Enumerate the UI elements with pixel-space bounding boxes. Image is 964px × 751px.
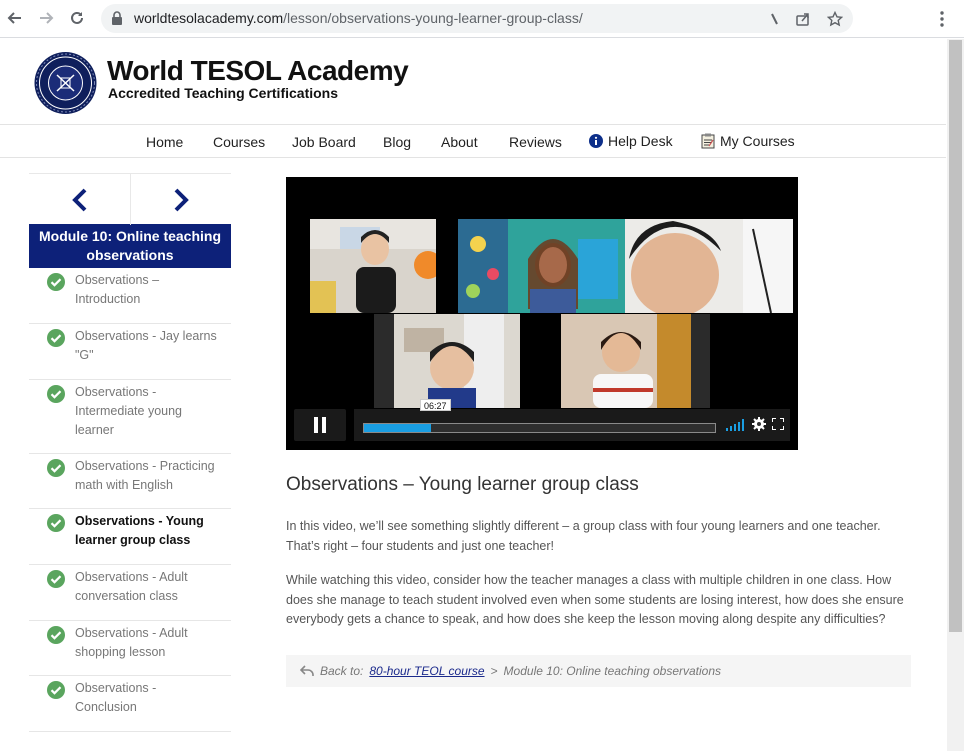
nav-about-label: About <box>441 134 478 150</box>
nav-help-desk[interactable]: Help Desk <box>589 133 673 149</box>
academy-seal-logo[interactable] <box>32 51 99 115</box>
check-circle-icon <box>47 681 65 699</box>
lock-icon <box>112 11 122 25</box>
nav-home-label: Home <box>146 134 184 150</box>
check-circle-icon <box>47 459 65 477</box>
chevron-right-icon <box>174 188 189 211</box>
info-circle-icon <box>589 134 603 148</box>
nav-reviews-label: Reviews <box>509 134 562 150</box>
nav-blog[interactable]: Blog <box>383 134 411 150</box>
nav-job-board[interactable]: Job Board <box>292 134 356 150</box>
next-lesson-button[interactable] <box>130 174 231 225</box>
share-icon[interactable] <box>793 9 813 29</box>
lesson-title: Observations – Young learner group class <box>286 474 639 495</box>
nav-my-courses-label: My Courses <box>720 133 795 149</box>
back-arrow-icon[interactable] <box>4 7 26 29</box>
video-tile-student-3 <box>374 314 520 408</box>
lesson-intro-paragraph: In this video, we’ll see something sligh… <box>286 519 881 553</box>
lesson-label: Observations - Conclusion <box>75 681 157 714</box>
url-text: worldtesolacademy.com/lesson/observation… <box>134 10 583 26</box>
lesson-label: Observations - Adult conversation class <box>75 570 188 603</box>
lesson-item[interactable]: Observations - Jay learns "G" <box>29 324 231 380</box>
main-navigation: Home Courses Job Board Blog About Review… <box>0 126 946 158</box>
browser-menu-icon[interactable] <box>932 8 952 30</box>
key-icon[interactable] <box>765 9 785 29</box>
lesson-label: Observations - Young learner group class <box>75 514 204 547</box>
lesson-item-active[interactable]: Observations - Young learner group class <box>29 509 231 565</box>
back-arrow-icon <box>300 665 314 676</box>
lesson-label: Observations - Adult shopping lesson <box>75 626 188 659</box>
nav-help-desk-label: Help Desk <box>608 133 673 149</box>
lesson-item[interactable]: Observations - Practicing math with Engl… <box>29 454 231 509</box>
breadcrumb-prefix: Back to: <box>320 664 364 678</box>
video-tile-student-2 <box>625 219 793 313</box>
site-header: World TESOL Academy Accredited Teaching … <box>0 39 946 125</box>
time-tooltip: 06:27 <box>420 399 451 411</box>
lesson-item[interactable]: Observations – Introduction <box>29 268 231 324</box>
brand-name[interactable]: World TESOL Academy <box>107 55 409 87</box>
lesson-label: Observations – Introduction <box>75 273 160 306</box>
lesson-label: Observations - Jay learns "G" <box>75 329 217 362</box>
bookmark-star-icon[interactable] <box>825 9 845 29</box>
address-bar[interactable]: worldtesolacademy.com/lesson/observation… <box>101 4 853 33</box>
breadcrumb-module: Module 10: Online teaching observations <box>503 664 722 678</box>
nav-home[interactable]: Home <box>146 134 183 150</box>
pause-button[interactable] <box>294 409 346 441</box>
reload-icon[interactable] <box>66 7 88 29</box>
video-tile-student-4 <box>561 314 710 408</box>
check-circle-icon <box>47 273 65 291</box>
check-circle-icon <box>47 570 65 588</box>
lesson-item[interactable]: Observations - Conclusion <box>29 676 231 732</box>
lesson-label: Observations - Intermediate young learne… <box>75 385 183 437</box>
scrollbar-thumb[interactable] <box>949 40 962 632</box>
nav-reviews[interactable]: Reviews <box>509 134 562 150</box>
pause-icon <box>314 417 326 433</box>
browser-toolbar: worldtesolacademy.com/lesson/observation… <box>0 0 964 38</box>
check-circle-icon <box>47 514 65 532</box>
volume-icon[interactable] <box>726 419 746 431</box>
video-tile-student-1 <box>310 219 436 313</box>
breadcrumb-course-link[interactable]: 80-hour TEOL course <box>369 664 484 678</box>
clipboard-icon <box>701 133 715 149</box>
settings-gear-icon[interactable] <box>752 417 766 431</box>
lesson-label: Observations - Practicing math with Engl… <box>75 459 215 492</box>
nav-blog-label: Blog <box>383 134 412 150</box>
lesson-item[interactable]: Observations - Adult conversation class <box>29 565 231 621</box>
nav-courses[interactable]: Courses <box>213 134 265 150</box>
video-player[interactable]: 06:27 <box>286 177 798 450</box>
lesson-item[interactable]: Observations - Adult shopping lesson <box>29 621 231 676</box>
lesson-item[interactable]: Observations - Intermediate young learne… <box>29 380 231 454</box>
nav-courses-label: Courses <box>213 134 266 150</box>
check-circle-icon <box>47 329 65 347</box>
check-circle-icon <box>47 626 65 644</box>
breadcrumb-separator: > <box>490 664 498 678</box>
lesson-question-paragraph: While watching this video, consider how … <box>286 573 904 626</box>
seek-bar-fill <box>364 424 431 432</box>
nav-about[interactable]: About <box>441 134 478 150</box>
breadcrumb: Back to: 80-hour TEOL course > Module 10… <box>286 655 911 687</box>
fullscreen-icon[interactable] <box>772 418 784 430</box>
nav-job-board-label: Job Board <box>292 134 356 150</box>
brand-tagline: Accredited Teaching Certifications <box>108 85 339 101</box>
module-title: Module 10: Online teaching observations <box>29 224 231 268</box>
lesson-pager <box>29 173 231 225</box>
video-tile-teacher <box>458 219 625 313</box>
check-circle-icon <box>47 385 65 403</box>
forward-arrow-icon[interactable] <box>35 7 57 29</box>
lesson-sidebar: Module 10: Online teaching observations … <box>29 173 231 732</box>
video-controls: 06:27 <box>294 399 790 441</box>
nav-my-courses[interactable]: My Courses <box>701 133 795 149</box>
previous-lesson-button[interactable] <box>29 174 130 225</box>
chevron-left-icon <box>71 188 86 211</box>
seek-bar[interactable] <box>363 423 716 433</box>
